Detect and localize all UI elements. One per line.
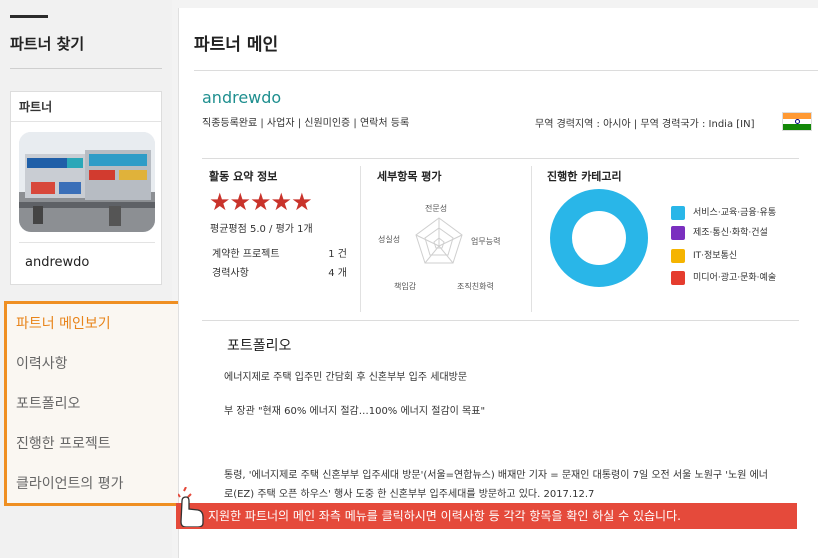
main-panel: 파트너 메인 andrewdo 직종등록완료 | 사업자 | 신원미인증 | 연… [178, 8, 818, 558]
divider [202, 320, 799, 321]
legend-item: IT·정보통신 [671, 248, 737, 263]
partner-status: 직종등록완료 | 사업자 | 신원미인증 | 연락처 등록 [202, 118, 410, 129]
average-rating: 평균평점 5.0 / 평가 1개 [210, 224, 313, 235]
legend-item: 제조·통신·화학·건설 [671, 225, 768, 240]
sidebar: 파트너 찾기 파트너 andrewdo 파트너 메인보기 이력사항 포트폴리오 … [0, 0, 224, 558]
stat-row: 경력사항 4 개 [212, 264, 347, 279]
portfolio-title: 포트폴리오 [227, 338, 292, 354]
partner-username: andrewdo [202, 88, 282, 107]
partner-photo[interactable] [19, 132, 155, 232]
partner-card: 파트너 andrewdo [10, 91, 162, 285]
category-donut-chart [550, 189, 648, 287]
divider [194, 70, 818, 71]
stat-label: 경력사항 [212, 268, 249, 279]
legend-item: 미디어·광고·문화·예술 [671, 270, 776, 285]
partner-card-header: 파트너 [11, 92, 161, 122]
radar-chart: 전문성 업무능력 조직친화력 책임감 성실성 [378, 203, 500, 291]
divider [10, 68, 162, 69]
radar-axis-label: 성실성 [378, 234, 400, 244]
portfolio-text: 부 장관 "현재 60% 에너지 절감…100% 에너지 절감이 목표" [224, 406, 486, 417]
stat-value: 1 건 [328, 249, 347, 260]
category-title: 진행한 카테고리 [547, 170, 622, 183]
portfolio-text: 통령, '에너지제로 주택 신혼부부 입주세대 방문'(서울=연합뉴스) 배재만… [224, 470, 769, 481]
page-title: 파트너 메인 [194, 35, 279, 55]
title-accent-bar [10, 15, 48, 18]
menu-item-label: 파트너 메인보기 [16, 316, 111, 332]
divider [531, 166, 532, 312]
radar-axis-label: 업무능력 [471, 236, 500, 246]
help-banner: 지원한 파트너의 메인 좌측 메뉴를 클릭하시면 이력사항 등 각각 항목을 확… [176, 503, 797, 529]
partner-name: andrewdo [25, 255, 90, 270]
radar-axis-label: 전문성 [425, 203, 447, 213]
stat-label: 계약한 프로젝트 [212, 249, 280, 260]
legend-item: 서비스·교육·금융·유통 [671, 205, 776, 220]
sidebar-title: 파트너 찾기 [10, 35, 85, 53]
radar-axis-label: 책임감 [394, 281, 417, 291]
stat-value: 4 개 [328, 268, 347, 279]
detail-title: 세부항목 평가 [377, 170, 442, 183]
hand-pointer-icon [178, 487, 204, 527]
portfolio-text: 로(EZ) 주택 오픈 하우스' 행사 도중 한 신혼부부 입주세대를 방문하고… [224, 489, 595, 500]
india-flag-icon [782, 112, 812, 131]
rating-stars: ★★★★★ [209, 188, 313, 216]
radar-axis-label: 조직친화력 [457, 281, 494, 291]
divider [19, 242, 155, 243]
trade-info: 무역 경력지역 : 아시아 | 무역 경력국가 : India [IN] [535, 119, 755, 130]
portfolio-text: 에너지제로 주택 입주민 간담회 후 신혼부부 입주 세대방문 [224, 372, 468, 383]
activity-title: 활동 요약 정보 [209, 170, 278, 183]
stat-row: 계약한 프로젝트 1 건 [212, 245, 347, 260]
divider [202, 158, 799, 159]
